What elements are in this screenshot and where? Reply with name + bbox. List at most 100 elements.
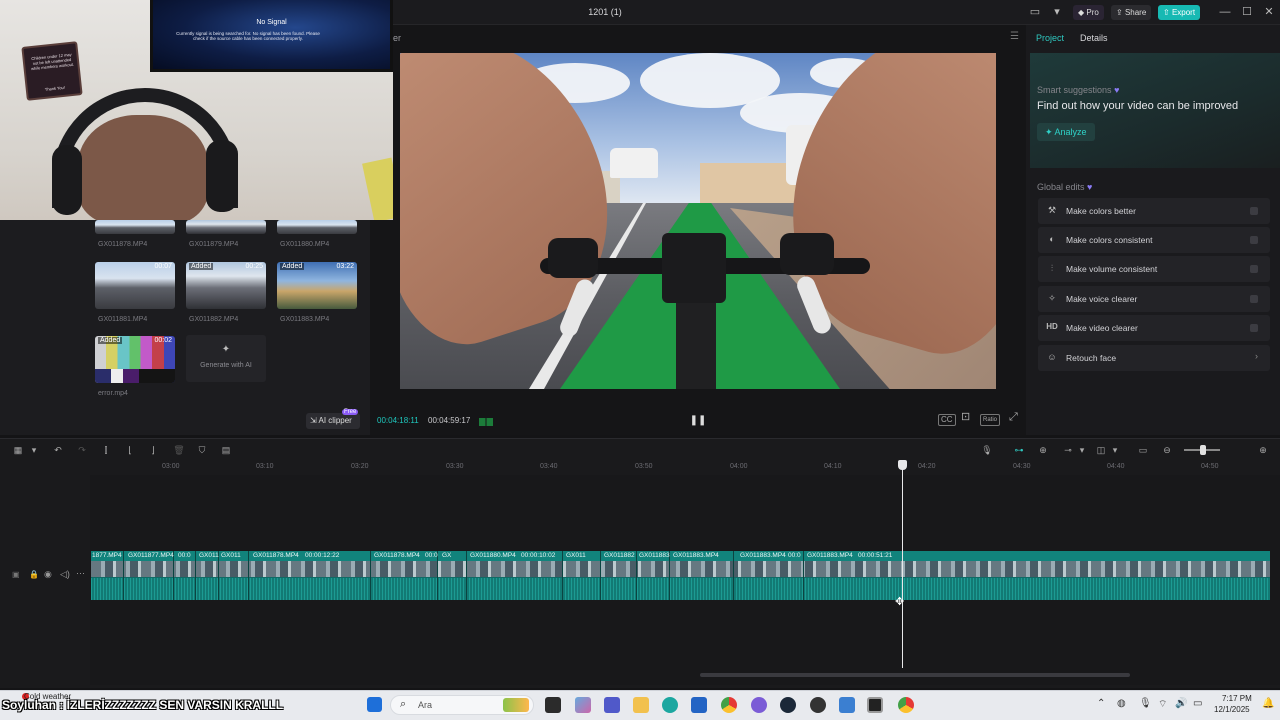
layout-dropdown-icon[interactable]: ▾ (1049, 4, 1065, 20)
global-edit-video-clearer[interactable]: HD Make video clearer (1038, 315, 1270, 341)
taskbar-search[interactable]: ⌕ Ara (390, 695, 534, 715)
clock-time[interactable]: 7:17 PM (1222, 694, 1252, 703)
global-edit-label: Make voice clearer (1066, 294, 1138, 304)
split-icon[interactable]: ⫿ (100, 444, 112, 456)
global-edits-label: Global edits ♥ (1037, 182, 1093, 192)
layout-icon[interactable]: ▦ (12, 444, 24, 456)
copilot-icon[interactable] (575, 697, 591, 713)
toggle-icon[interactable] (1250, 207, 1258, 215)
toggle-icon[interactable] (1250, 295, 1258, 303)
analyze-button[interactable]: ✦ Analyze (1037, 123, 1095, 141)
video-preview[interactable] (400, 53, 996, 389)
discord-icon[interactable] (751, 697, 767, 713)
global-edit-voice-clearer[interactable]: ✧ Make voice clearer (1038, 286, 1270, 312)
notification-icon[interactable]: 🔔 (1262, 698, 1274, 709)
share-button[interactable]: ⇪ Share (1111, 5, 1152, 20)
caption-icon[interactable]: ▤ (220, 444, 232, 456)
link-icon[interactable]: ⊶ (1013, 444, 1025, 456)
trim-right-icon[interactable]: ⌋ (147, 444, 159, 456)
fullscreen-icon[interactable]: ⤢ (1007, 412, 1020, 424)
more-icon[interactable]: ⋯ (76, 568, 85, 579)
added-badge: Added (98, 337, 123, 344)
media-thumb[interactable]: Added 03:22 (277, 262, 357, 309)
export-button[interactable]: ⇧ Export (1158, 5, 1201, 20)
chrome-icon[interactable] (898, 697, 914, 713)
eye-icon[interactable]: ◉ (44, 569, 52, 580)
redo-icon[interactable]: ↷ (76, 444, 88, 456)
store-icon[interactable] (691, 697, 707, 713)
zoom-out-icon[interactable]: ⊖ (1161, 444, 1173, 456)
menu-icon[interactable]: ☰ (1010, 31, 1019, 42)
chevron-up-icon[interactable]: ⌃ (1097, 698, 1105, 709)
zoom-knob[interactable] (1200, 445, 1206, 455)
media-thumb[interactable] (186, 220, 266, 234)
cover-icon[interactable]: ▣ (12, 570, 20, 579)
volume-icon[interactable]: 🔊 (1175, 698, 1187, 709)
ratio-button[interactable]: Ratio (980, 414, 1001, 426)
global-edit-colors-consistent[interactable]: ◐ Make colors consistent (1038, 227, 1270, 253)
subtitle-icon[interactable]: ▭ (1137, 444, 1149, 456)
calculator-icon[interactable] (839, 697, 855, 713)
pro-button[interactable]: ◆ Pro (1073, 5, 1104, 20)
microphone-icon[interactable]: 🎙 (1139, 698, 1152, 709)
clock-date[interactable]: 12/1/2025 (1214, 705, 1250, 714)
zoom-in-icon[interactable]: ⊕ (1257, 444, 1269, 456)
toggle-icon[interactable] (1250, 265, 1258, 273)
wifi-icon[interactable]: ⌔ (1158, 698, 1167, 711)
tab-details[interactable]: Details (1080, 33, 1108, 43)
media-thumb[interactable]: Added 00:25 (186, 262, 266, 309)
global-edit-retouch-face[interactable]: ☺ Retouch face › (1038, 345, 1270, 371)
lock-icon[interactable]: 🔒 (29, 570, 39, 579)
battery-icon[interactable]: ▭ (1193, 698, 1202, 709)
audio-waveform (91, 578, 1270, 600)
tab-project[interactable]: Project (1036, 33, 1064, 43)
capcut-icon[interactable] (867, 697, 883, 713)
file-explorer-icon[interactable] (633, 697, 649, 713)
media-thumb[interactable]: Added 00:02 (95, 336, 175, 383)
screenshot-icon[interactable]: ⊡ (959, 412, 972, 424)
trim-left-icon[interactable]: ⌊ (124, 444, 136, 456)
clip-label: GX011882 (604, 552, 635, 559)
preview-axis-icon[interactable]: ◫ (1095, 444, 1107, 456)
edge-icon[interactable] (662, 697, 678, 713)
toggle-icon[interactable] (1250, 324, 1258, 332)
chevron-down-icon[interactable]: ▾ (1076, 444, 1088, 456)
media-thumb[interactable] (95, 220, 175, 234)
tray-app-icon[interactable]: ◍ (1117, 698, 1126, 709)
close-button[interactable]: ✕ (1261, 4, 1277, 20)
task-view-icon[interactable] (545, 697, 561, 713)
media-thumb[interactable]: 00:07 (95, 262, 175, 309)
chevron-down-icon[interactable]: ▾ (28, 444, 40, 456)
magnet-icon[interactable]: ⊕ (1037, 444, 1049, 456)
playhead[interactable] (902, 461, 903, 668)
pause-button[interactable]: ❚❚ (690, 414, 707, 426)
ai-clipper-button[interactable]: ⇲ AI clipper (306, 413, 360, 429)
generate-with-ai-button[interactable]: ✦ Generate with AI (186, 335, 266, 382)
microphone-icon[interactable]: 🎙 (981, 444, 993, 456)
layout-icon[interactable]: ▭ (1027, 4, 1043, 20)
global-edit-colors-better[interactable]: ⚒ Make colors better (1038, 198, 1270, 224)
start-icon[interactable] (367, 697, 382, 712)
chevron-down-icon[interactable]: ▾ (1109, 444, 1121, 456)
ai-clipper-label: AI clipper (318, 416, 352, 425)
subtitle-icon[interactable]: CC (938, 414, 956, 426)
marker-icon[interactable]: ⛉ (196, 444, 208, 456)
snap-icon[interactable]: ⊸ (1062, 444, 1074, 456)
sign-text: Children under 12 may not be left unatte… (30, 51, 75, 72)
global-edit-volume-consistent[interactable]: ⫶ Make volume consistent (1038, 256, 1270, 282)
minimize-button[interactable]: — (1217, 4, 1233, 20)
media-duration: 00:25 (245, 263, 263, 270)
palette-icon: ◐ (1049, 234, 1055, 244)
toggle-icon[interactable] (1250, 236, 1258, 244)
teams-icon[interactable] (604, 697, 620, 713)
delete-icon[interactable]: 🗑 (173, 444, 185, 456)
ruler-tick: 03:50 (635, 463, 653, 470)
maximize-button[interactable]: ☐ (1239, 4, 1255, 20)
obs-icon[interactable] (810, 697, 826, 713)
undo-icon[interactable]: ↶ (52, 444, 64, 456)
media-thumb[interactable] (277, 220, 357, 234)
speaker-icon[interactable]: ◁) (60, 569, 70, 580)
chrome-icon[interactable] (721, 697, 737, 713)
timeline-scrollbar[interactable] (700, 673, 1130, 677)
steam-icon[interactable] (780, 697, 796, 713)
